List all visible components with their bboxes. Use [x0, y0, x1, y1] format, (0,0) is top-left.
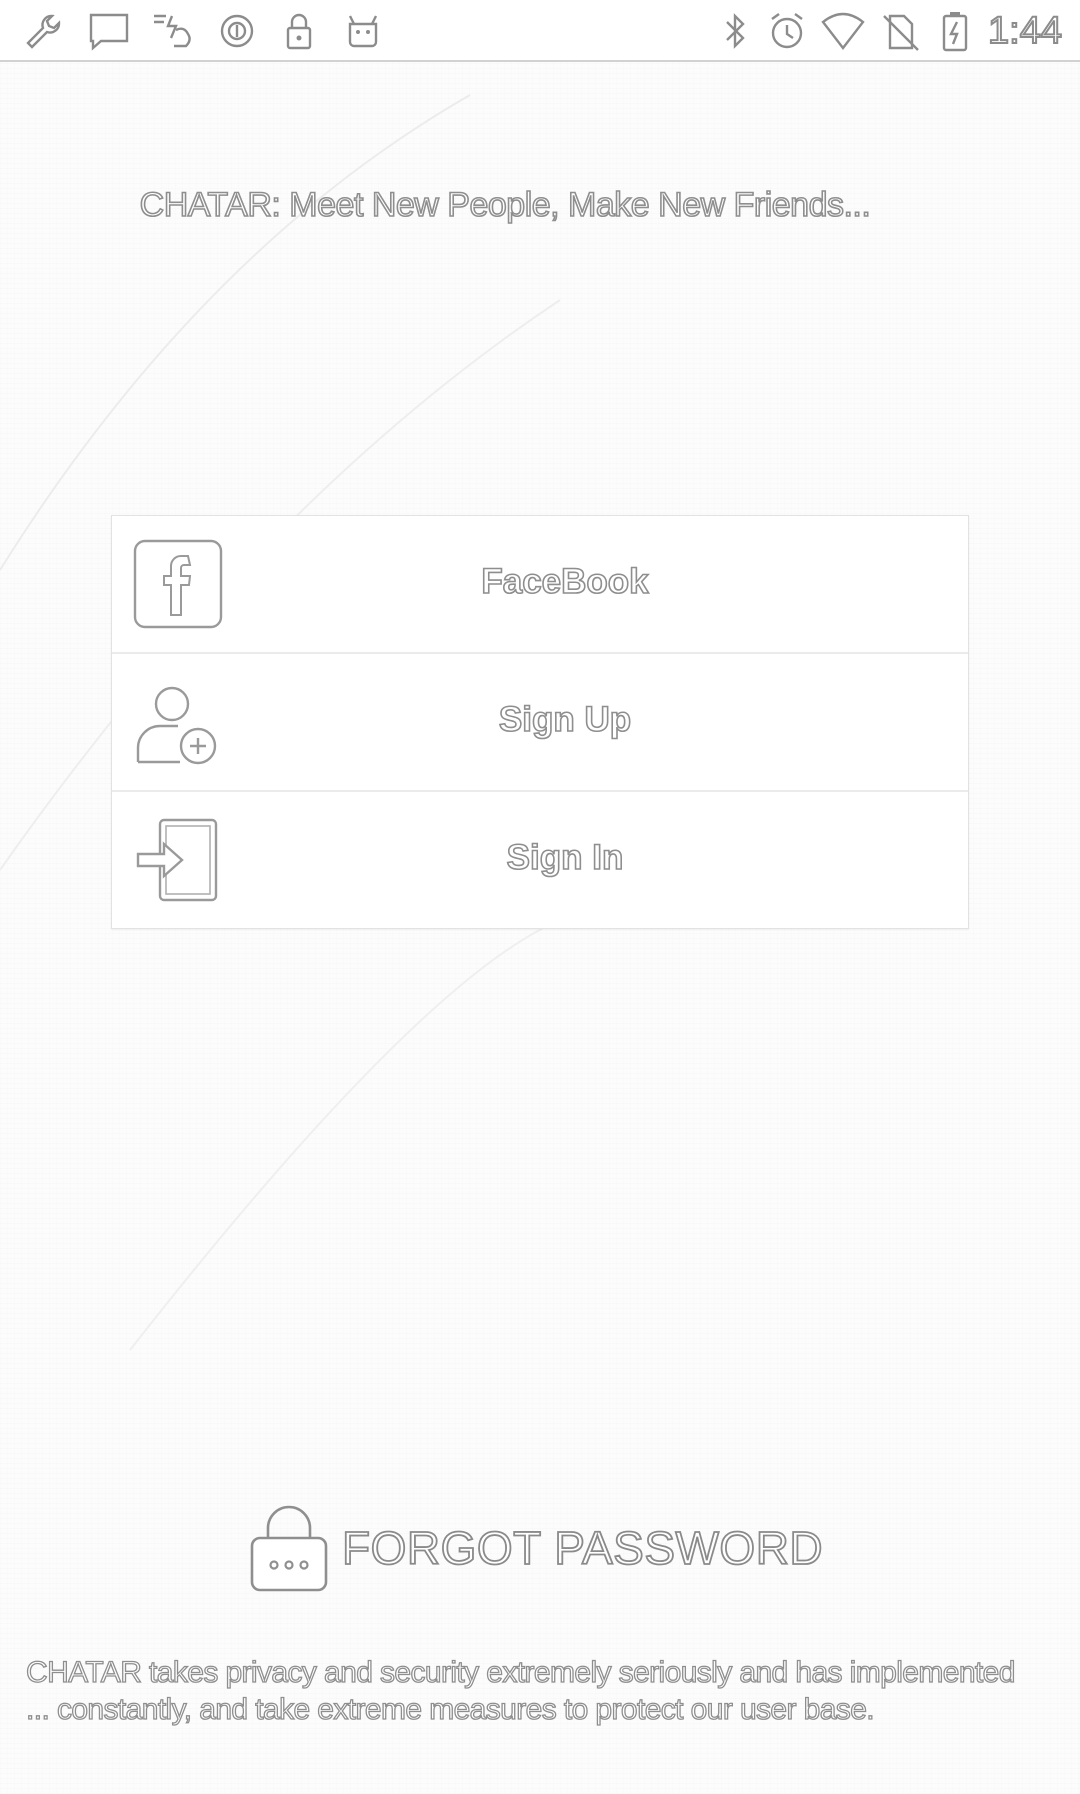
sign-up-button[interactable]: Sign Up: [112, 654, 968, 792]
message-icon: [86, 10, 132, 52]
facebook-login-button[interactable]: FaceBook: [112, 516, 968, 654]
facebook-label: FaceBook: [481, 561, 650, 602]
no-sim-icon: [878, 10, 924, 52]
android-icon: [340, 10, 386, 52]
sign-up-label: Sign Up: [498, 699, 632, 740]
auth-options-card: FaceBook Sign Up Sign In: [111, 515, 969, 929]
bluetooth-icon: [712, 10, 758, 52]
circle-status-icon: [214, 10, 260, 52]
app-tagline: CHATAR: Meet New People, Make New Friend…: [139, 185, 872, 225]
sign-in-button[interactable]: Sign In: [112, 792, 968, 928]
weather-icon: [148, 10, 194, 52]
sign-in-label: Sign In: [506, 837, 624, 878]
status-bar: 1:44: [0, 0, 1080, 62]
status-time: 1:44: [987, 9, 1063, 53]
forgot-password-label: FORGOT PASSWORD: [341, 1521, 824, 1575]
password-lock-icon: [248, 1500, 330, 1596]
wifi-icon: [820, 10, 866, 52]
lock-status-icon: [276, 10, 322, 52]
alarm-icon: [764, 10, 810, 52]
wrench-icon: [22, 10, 68, 52]
forgot-password-button[interactable]: FORGOT PASSWORD: [248, 1500, 824, 1596]
battery-charging-icon: [932, 10, 978, 52]
privacy-statement: CHATAR takes privacy and security extrem…: [25, 1655, 1016, 1726]
